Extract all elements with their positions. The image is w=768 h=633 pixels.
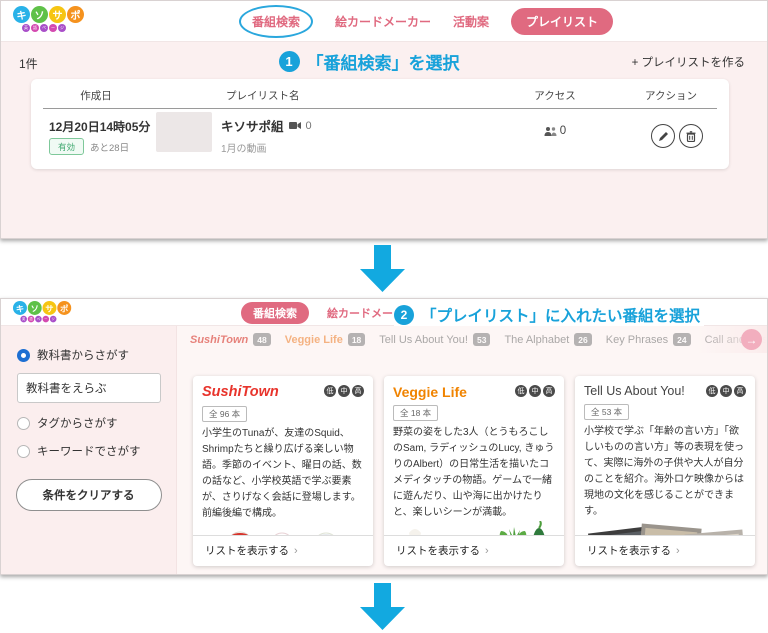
edit-button[interactable] [651,124,675,148]
logo-sub-circles: 英 語 ペ ー ジ [22,24,84,32]
nav-program-search[interactable]: 番組検索 [239,5,313,38]
kisosapo-logo[interactable]: キ ソ サ ポ 英 語 ペ ー ジ [13,6,84,32]
down-arrow-bottom-icon [360,583,405,630]
playlist-screen: キ ソ サ ポ 英 語 ペ ー ジ 番組検索 絵カードメーカー 活動案 プレイリ… [0,0,768,239]
step2-number-badge: 2 [394,305,414,325]
count-badge: 26 [574,333,591,346]
program-card-tell-us-about-you[interactable]: Tell Us About You! 低 中 高 全 53 本 小学校で学ぶ「年… [575,376,755,566]
create-playlist-link[interactable]: + プレイリストを作る [632,54,745,70]
episode-count-badge: 全 18 本 [393,405,438,421]
pencil-icon [658,131,669,142]
tutorial-page: キ ソ サ ポ 英 語 ペ ー ジ 番組検索 絵カードメーカー 活動案 プレイリ… [0,0,768,633]
card-title: SushiTown [202,385,279,401]
veggie-characters-illustration [393,521,555,535]
playlist-thumbnail [156,112,212,152]
sushitown-characters-illustration [202,522,364,535]
nav-playlist[interactable]: プレイリスト [511,8,613,35]
tab-the-alphabet[interactable]: The Alphabet 26 [504,333,591,346]
textbook-select[interactable]: 教科書をえらぶ [17,373,161,403]
nav-activity-plan[interactable]: 活動案 [453,13,489,30]
trash-icon [686,131,696,142]
col-header-action: アクション [621,88,721,103]
chevron-right-icon: › [294,545,298,557]
panel1-nav: 番組検索 絵カードメーカー 活動案 プレイリスト [239,1,613,42]
annotation-step2: 2 「プレイリスト」に入れたい番組を選択 [394,302,704,328]
playlist-subtitle: 1月の動画 [221,140,312,155]
col-header-playlist-name: プレイリスト名 [226,88,300,103]
days-remaining: あと28日 [90,140,129,154]
card-description: 野菜の姿をした3人（とうもろこしのSam, ラディッシュのLucy, きゅうりの… [393,425,555,521]
card-title: Veggie Life [393,385,467,400]
count-badge: 53 [473,333,490,346]
show-list-link[interactable]: リストを表示する › [193,535,373,566]
nav-program-search-active[interactable]: 番組検索 [241,302,309,324]
step1-text: 「番組検索」を選択 [307,49,460,74]
count-badge: 18 [348,333,365,346]
photo-thumbnails-illustration [584,520,746,535]
radio-search-by-textbook[interactable]: 教科書からさがす [1,341,176,369]
step2-text: 「プレイリスト」に入れたい番組を選択 [421,304,700,326]
clear-conditions-button[interactable]: 条件をクリアする [16,479,162,511]
radio-selected-icon[interactable] [17,349,30,362]
program-tab-strip: SushiTown 48 Veggie Life 18 Tell Us Abou… [177,326,767,353]
program-search-screen: キ ソ サ ポ 英 語 ペ ー ジ 番組検索 絵カードメーカー 2 [0,298,768,575]
radio-search-by-keyword[interactable]: キーワードでさがす [1,437,176,465]
radio-icon[interactable] [17,417,30,430]
logo-circle: ポ [67,6,84,23]
col-header-access: アクセス [525,88,585,103]
grade-level-badges: 低 中 高 [515,385,555,397]
search-sidebar: 教科書からさがす 教科書をえらぶ タグからさがす キーワードでさがす 条件をクリ… [1,326,177,574]
panel2-header: キ ソ サ ポ 英 語 ペ ー ジ 番組検索 絵カードメーカー 2 [1,299,767,326]
show-list-link[interactable]: リストを表示する › [575,535,755,566]
panel1-header: キ ソ サ ポ 英 語 ペ ー ジ 番組検索 絵カードメーカー 活動案 プレイリ… [1,1,767,42]
program-cards: SushiTown 低 中 高 全 96 本 小学生のTunaが、友達のSqui… [193,376,755,566]
access-count: 0 [560,125,566,137]
playlist-table: 作成日 プレイリスト名 アクセス アクション 12月20日14時05分 有効 あ… [31,79,729,169]
episode-count-badge: 全 53 本 [584,404,629,420]
logo-circle: サ [49,6,66,23]
card-description: 小学生のTunaが、友達のSquid、Shrimpたちと繰り広げる楽しい物語。季… [202,426,364,522]
nav-card-maker[interactable]: 絵カードメーカー [335,13,431,30]
grade-level-badges: 低 中 高 [324,385,364,397]
tab-tell-us-about-you[interactable]: Tell Us About You! 53 [379,333,490,346]
card-description: 小学校で学ぶ「年齢の言い方」「欲しいものの言い方」等の表現を使って、実際に海外の… [584,424,746,520]
program-results-area: SushiTown 48 Veggie Life 18 Tell Us Abou… [177,326,767,574]
down-arrow-icon [360,245,405,292]
step1-number-badge: 1 [279,51,300,72]
chevron-right-icon: › [676,545,680,557]
count-badge: 24 [673,333,690,346]
chevron-right-icon: › [485,545,489,557]
playlist-name[interactable]: キソサポ組 [221,116,284,135]
kisosapo-logo[interactable]: キ ソ サ ポ 英 語 ペ ー ジ [13,301,71,322]
episode-count-badge: 全 96 本 [202,406,247,422]
logo-main-circles: キ ソ サ ポ [13,6,84,23]
scroll-right-button[interactable]: → [741,329,762,350]
col-header-created: 作成日 [41,88,151,103]
card-title: Tell Us About You! [584,385,685,399]
video-count: 0 [306,120,312,132]
table-header-divider [43,108,717,109]
annotation-step1: 1 「番組検索」を選択 [1,49,737,74]
video-camera-icon [289,121,301,130]
radio-icon[interactable] [17,445,30,458]
program-card-sushitown[interactable]: SushiTown 低 中 高 全 96 本 小学生のTunaが、友達のSqui… [193,376,373,566]
tab-sushitown[interactable]: SushiTown 48 [190,333,271,346]
status-badge: 有効 [49,138,84,155]
count-badge: 48 [253,333,270,346]
grade-level-badges: 低 中 高 [706,385,746,397]
people-icon [544,126,557,136]
panel2-nav: 番組検索 絵カードメーカー [241,299,415,326]
show-list-link[interactable]: リストを表示する › [384,535,564,566]
tab-key-phrases[interactable]: Key Phrases 24 [606,333,691,346]
tab-veggie-life[interactable]: Veggie Life 18 [285,333,366,346]
logo-circle: キ [13,6,30,23]
program-card-veggie-life[interactable]: Veggie Life 低 中 高 全 18 本 野菜の姿をした3人（とうもろこ… [384,376,564,566]
logo-circle: ソ [31,6,48,23]
radio-search-by-tag[interactable]: タグからさがす [1,409,176,437]
delete-button[interactable] [679,124,703,148]
created-date: 12月20日14時05分 [49,118,150,135]
